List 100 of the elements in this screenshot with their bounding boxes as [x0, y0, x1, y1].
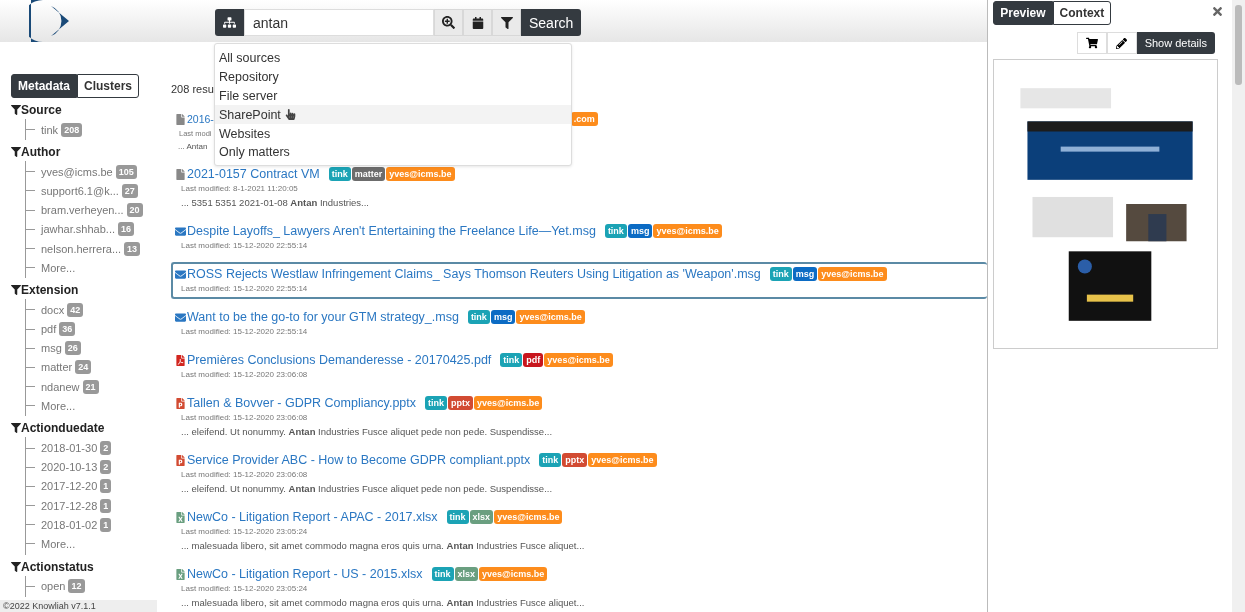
result-title[interactable]: Premières Conclusions Demanderesse - 20170425.pdf — [187, 353, 492, 367]
menu-item[interactable]: Websites — [219, 126, 271, 141]
search-button[interactable]: Search — [521, 9, 582, 36]
modified-date: Last modified: 15-12-2020 23:06:08 — [181, 413, 309, 422]
tag: xlsx — [469, 510, 494, 524]
facet-title: Extension — [21, 283, 79, 298]
facet-item[interactable]: More... — [41, 399, 76, 412]
file-icon — [175, 113, 186, 125]
menu-item[interactable]: Repository — [219, 70, 279, 85]
modified-date: Last modified: 8-1-2021 11:20:05 — [181, 184, 299, 193]
filter-icon — [500, 16, 513, 29]
cart-button[interactable] — [1076, 32, 1107, 54]
tag: yves@icms.be — [494, 510, 563, 524]
facet-item[interactable]: 2018-01-02 — [41, 518, 98, 531]
count-badge: 2 — [100, 460, 112, 475]
pdf-file-icon — [175, 354, 186, 366]
facet-item[interactable]: 2017-12-28 — [41, 499, 98, 512]
edit-button[interactable] — [1106, 32, 1137, 54]
count-badge: 1 — [100, 479, 112, 494]
facet-item[interactable]: More... — [41, 261, 76, 274]
filter-icon — [11, 423, 21, 434]
facet-item[interactable]: bram.verheyen... — [41, 204, 124, 217]
result-title[interactable]: Tallen & Bovver - GDPR Compliancy.pptx — [187, 396, 417, 410]
facet-item[interactable]: pdf — [41, 323, 57, 336]
footer: ©2022 Knowliah v7.1.1 — [0, 600, 157, 612]
tag: yves@icms.be — [544, 353, 613, 367]
menu-item[interactable]: SharePoint — [219, 107, 281, 122]
spreadsheet-file-icon — [175, 511, 186, 523]
facet-item[interactable]: msg — [41, 342, 62, 355]
facet-title: Source — [21, 103, 62, 117]
tag: yves@icms.be — [386, 167, 455, 181]
count-badge: 24 — [75, 360, 92, 375]
count-badge: 13 — [124, 241, 141, 256]
sidebar-tab[interactable]: Clusters — [77, 74, 140, 98]
show-details-button[interactable]: Show details — [1136, 32, 1215, 54]
search-field[interactable]: antan — [244, 9, 434, 36]
tag: tink — [500, 353, 523, 367]
tag: yves@icms.be — [474, 396, 543, 410]
filter-icon — [11, 105, 21, 115]
tag: tink — [425, 396, 448, 410]
result-title[interactable]: NewCo - Litigation Report - APAC - 2017.xlsx — [187, 510, 438, 524]
result-title[interactable]: ROSS Rejects Westlaw Infringement Claims_ Says Thomson Reuters Using Litigation as 'Weapon'.msg — [187, 267, 761, 281]
logo — [29, 0, 71, 42]
count-badge: 36 — [59, 322, 76, 337]
filter-button[interactable] — [492, 9, 521, 36]
facet-item[interactable]: yves@icms.be — [41, 165, 113, 178]
facet-item[interactable]: 2017-12-20 — [41, 480, 98, 493]
count-badge: 208 — [61, 122, 83, 137]
tag: tink — [604, 224, 627, 238]
calendar-icon — [471, 16, 484, 29]
facet-item[interactable]: 2018-01-30 — [41, 442, 98, 455]
facet-item[interactable]: More... — [41, 537, 76, 550]
cart-icon — [1085, 37, 1098, 49]
result-title[interactable]: Want to be the go-to for your GTM strategy_.msg — [187, 310, 459, 324]
spreadsheet-file-icon — [175, 568, 186, 580]
sidebar-tab[interactable]: Metadata — [11, 74, 77, 98]
facet-item[interactable]: 2020-10-13 — [41, 461, 98, 474]
scrollbar-thumb[interactable] — [1235, 5, 1242, 85]
presentation-file-icon — [175, 397, 186, 409]
tag: xlsx — [454, 567, 479, 581]
facet-item[interactable]: ndanew — [41, 380, 80, 393]
facet-item[interactable]: support6.1@k... — [41, 184, 119, 197]
modified-date: Last modified: 15-12-2020 23:06:08 — [181, 370, 309, 379]
facet-item[interactable]: matter — [41, 361, 73, 374]
scrollbar[interactable] — [1232, 0, 1245, 612]
result-snippet: ... malesuada libero, sit amet commodo magna eros quis urna. Antan Industries Fusce aliquet... — [181, 597, 586, 608]
result-count: 208 resu — [171, 83, 214, 95]
facet-item[interactable]: nelson.herrera... — [41, 242, 122, 255]
facet-item[interactable]: open — [41, 580, 66, 593]
tag: yves@icms.be — [479, 567, 548, 581]
menu-item[interactable]: File server — [219, 89, 278, 103]
facet-title: Actionduedate — [21, 421, 105, 436]
facet-item[interactable]: docx — [41, 303, 65, 316]
count-badge: 27 — [121, 183, 138, 198]
count-badge: 105 — [115, 164, 137, 179]
facet-item[interactable]: tink — [41, 123, 59, 136]
facet-title: Author — [21, 145, 61, 160]
result-title[interactable]: 2016- — [187, 113, 214, 125]
result-title[interactable]: Service Provider ABC - How to Become GDPR compliant.pptx — [187, 453, 531, 467]
tag: pptx — [448, 396, 474, 410]
panel-tab[interactable]: Preview — [993, 1, 1053, 25]
menu-item[interactable]: Only matters — [219, 145, 290, 160]
tag: tink — [539, 453, 562, 467]
selected-result[interactable]: ROSS Rejects Westlaw Infringement Claims_ Says Thomson Reuters Using Litigation as 'Weapon'.msg tink msg yves@icms.be Last modified: 15-12-2020 22:55:14 — [171, 262, 988, 299]
sitemap-icon — [223, 16, 236, 29]
tag: yves@icms.be — [653, 224, 722, 238]
result-title[interactable]: Despite Layoffs_ Lawyers Aren't Entertaining the Freelance Life—Yet.msg — [187, 224, 596, 238]
tag: yves@icms.be — [516, 310, 585, 324]
tag: tink — [467, 310, 490, 324]
zoom-button[interactable] — [434, 9, 463, 36]
tag: msg — [792, 267, 818, 281]
result-title[interactable]: NewCo - Litigation Report - US - 2015.xlsx — [187, 567, 423, 581]
panel-tab[interactable]: Context — [1052, 1, 1112, 25]
source-selector-button[interactable] — [215, 9, 244, 36]
result-title[interactable]: 2021-0157 Contract VM — [187, 167, 320, 181]
calendar-button[interactable] — [463, 9, 492, 36]
facet-item[interactable]: jawhar.shhab... — [41, 223, 115, 236]
tag: pptx — [562, 453, 588, 467]
result-snippet: ... Antan — [178, 142, 208, 151]
menu-item[interactable]: All sources — [219, 51, 281, 66]
